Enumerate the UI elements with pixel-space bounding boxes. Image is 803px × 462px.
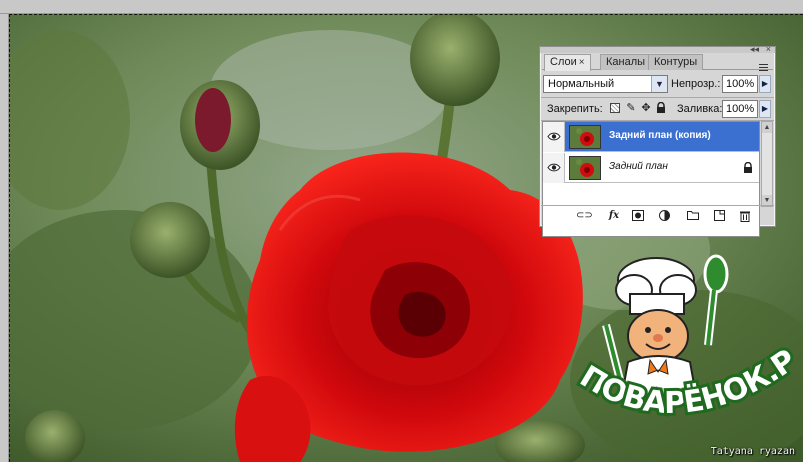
close-panel-icon[interactable]: × bbox=[766, 45, 771, 54]
photo-credit: Tatyana ryazan bbox=[710, 446, 795, 457]
lock-transparency-icon[interactable] bbox=[610, 103, 620, 113]
panel-tabs: Слои × Каналы Контуры bbox=[542, 54, 773, 71]
fx-icon[interactable]: fx bbox=[606, 210, 622, 222]
tab-layers-label: Слои bbox=[550, 56, 577, 68]
opacity-label: Непрозр.: bbox=[671, 78, 721, 90]
fill-label: Заливка: bbox=[677, 103, 723, 115]
group-folder-icon[interactable] bbox=[686, 210, 700, 222]
panel-footer: ⊂⊃ fx bbox=[542, 207, 773, 225]
lock-label: Закрепить: bbox=[547, 103, 603, 115]
canvas-ruler-left bbox=[0, 14, 9, 462]
scroll-up-icon[interactable]: ▲ bbox=[762, 122, 772, 133]
chef-mascot-icon: ПОВАРЁНОК.РУ bbox=[554, 220, 803, 424]
chevron-down-icon[interactable]: ▼ bbox=[651, 76, 667, 92]
blend-mode-value: Нормальный bbox=[548, 78, 615, 90]
lock-all-icon[interactable] bbox=[655, 101, 667, 114]
visibility-toggle[interactable] bbox=[543, 153, 565, 183]
fill-slider-icon[interactable]: ▶ bbox=[759, 100, 771, 118]
layer-row-background-copy[interactable]: Задний план (копия) bbox=[543, 122, 759, 152]
layer-thumbnail bbox=[569, 125, 601, 149]
mask-icon[interactable] bbox=[631, 210, 645, 222]
layer-thumbnail bbox=[569, 156, 601, 180]
new-layer-icon[interactable] bbox=[712, 210, 726, 222]
layers-scrollbar[interactable]: ▲ ▼ bbox=[761, 121, 773, 207]
tab-paths-label: Контуры bbox=[654, 56, 698, 68]
tab-channels[interactable]: Каналы bbox=[600, 54, 652, 70]
tab-channels-label: Каналы bbox=[606, 56, 646, 68]
eye-icon bbox=[547, 163, 561, 172]
canvas-ruler-top bbox=[0, 0, 803, 14]
opacity-slider-icon[interactable]: ▶ bbox=[759, 75, 771, 93]
tab-paths[interactable]: Контуры bbox=[648, 54, 704, 70]
trash-icon[interactable] bbox=[738, 210, 752, 222]
link-icon[interactable]: ⊂⊃ bbox=[576, 210, 593, 222]
panel-menu-icon[interactable] bbox=[759, 64, 770, 74]
layer-name: Задний план bbox=[609, 161, 668, 172]
blend-mode-select[interactable]: Нормальный ▼ bbox=[543, 75, 668, 93]
tab-layers[interactable]: Слои × bbox=[544, 54, 591, 71]
layer-name: Задний план (копия) bbox=[609, 130, 711, 141]
collapse-icon[interactable]: ◂◂ bbox=[750, 45, 759, 54]
lock-icon bbox=[744, 162, 752, 173]
adjustment-icon[interactable] bbox=[657, 210, 671, 222]
watermark-logo: ПОВАРЁНОК.РУ bbox=[554, 220, 803, 440]
lock-brush-icon[interactable]: ✎ bbox=[625, 102, 637, 114]
fill-field[interactable]: 100% bbox=[722, 100, 758, 118]
layer-row-background[interactable]: Задний план bbox=[543, 153, 759, 183]
tab-close-icon[interactable]: × bbox=[579, 57, 585, 68]
opacity-field[interactable]: 100% bbox=[722, 75, 758, 93]
lock-move-icon[interactable]: ✥ bbox=[640, 102, 652, 114]
eye-icon bbox=[547, 132, 561, 141]
visibility-toggle[interactable] bbox=[543, 122, 565, 152]
panel-titlebar[interactable]: ◂◂ × bbox=[540, 45, 775, 54]
layers-panel[interactable]: ◂◂ × Слои × Каналы Контуры Нормальный ▼ Н… bbox=[539, 45, 776, 237]
